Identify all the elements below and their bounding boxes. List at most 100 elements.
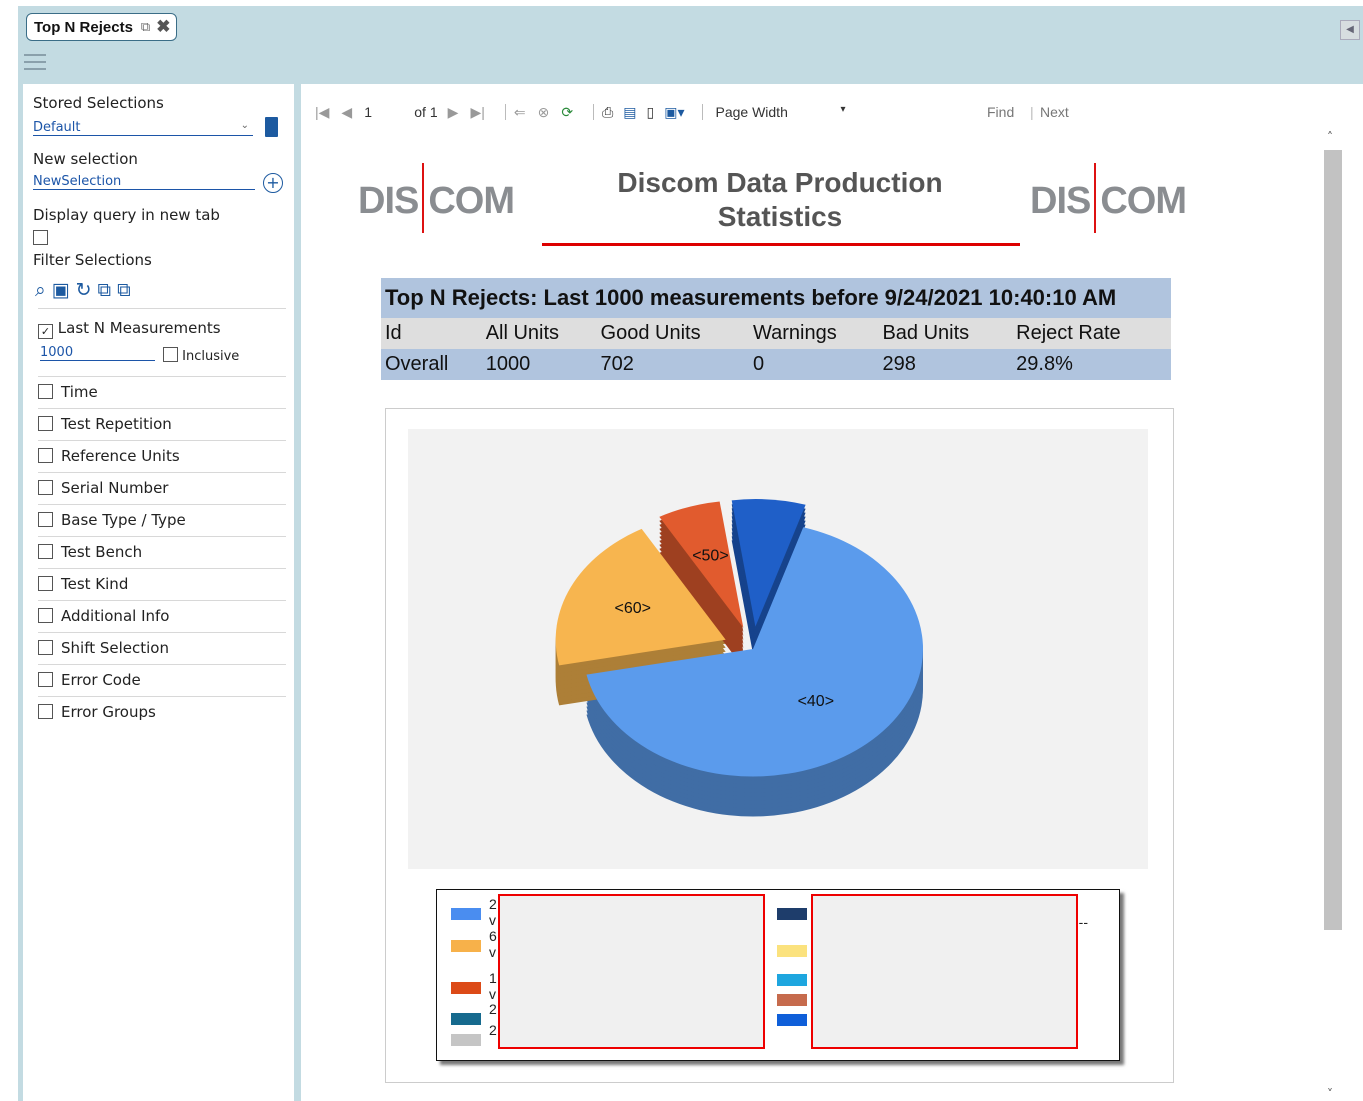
legend-label: 1 — [489, 970, 497, 986]
logo-part: DIS — [358, 180, 419, 223]
chart-legend: 2 6 1 2 2 v v v --- — [436, 889, 1120, 1061]
vertical-scrollbar[interactable]: ˄ ˅ — [1323, 130, 1343, 1101]
filter-label: Shift Selection — [61, 639, 169, 657]
filter-error-code[interactable]: Error Code — [38, 664, 286, 696]
filter-test-kind[interactable]: Test Kind — [38, 568, 286, 600]
scroll-up-icon[interactable]: ˄ — [1327, 130, 1333, 144]
print-icon[interactable]: ⎙ — [602, 104, 613, 121]
zoom-select[interactable]: Page Width ▾ — [715, 104, 845, 120]
back-icon[interactable]: ⇐ — [514, 104, 526, 121]
filter-toolbar: ⌕▣↻⧉⧉ — [35, 279, 137, 301]
column-header: Bad Units — [878, 318, 1013, 349]
title-underline — [542, 243, 1020, 246]
legend-label: 2 — [489, 896, 497, 912]
filter-additional-info[interactable]: Additional Info — [38, 600, 286, 632]
legend-label: v — [489, 944, 496, 960]
last-page-icon[interactable]: ▶| — [470, 104, 484, 121]
remove-copy-icon[interactable]: ⧉ — [117, 279, 137, 301]
legend-swatch — [451, 1013, 481, 1025]
find-separator: | — [1030, 104, 1034, 120]
first-page-icon[interactable]: |◀ — [315, 104, 329, 121]
display-query-checkbox[interactable] — [33, 228, 48, 247]
reset-icon[interactable]: ↻ — [76, 279, 98, 301]
filter-error-groups[interactable]: Error Groups — [38, 696, 286, 728]
chart-container: <40> <60> <50> 2 6 1 2 2 v v v --- — [385, 408, 1174, 1083]
report-title-line1: Discom Data Production — [617, 167, 943, 198]
report-title-line2: Statistics — [717, 201, 843, 232]
save-icon[interactable]: ▣ — [52, 279, 76, 301]
find-button[interactable]: Find — [987, 104, 1014, 120]
export-icon[interactable]: ▣▾ — [664, 104, 684, 121]
column-header: Id — [381, 318, 482, 349]
last-n-label: Last N Measurements — [57, 319, 221, 337]
inclusive-checkbox[interactable]: Inclusive — [163, 347, 239, 364]
next-page-icon[interactable]: ▶ — [448, 104, 459, 121]
filter-shift-selection[interactable]: Shift Selection — [38, 632, 286, 664]
collapse-panel-icon[interactable]: ◀ — [1340, 20, 1360, 40]
add-copy-icon[interactable]: ⧉ — [98, 279, 118, 301]
search-filter-icon[interactable]: ⌕ — [35, 279, 52, 301]
filter-test-repetition[interactable]: Test Repetition — [38, 408, 286, 440]
table-cell: 0 — [749, 349, 879, 380]
last-n-checkbox[interactable]: ✓ Last N Measurements — [38, 319, 221, 339]
filter-serial-number[interactable]: Serial Number — [38, 472, 286, 504]
report-toolbar: |◀ ◀ 1 of 1 ▶ ▶| ⇐ ⊗ ⟳ ⎙ ▤ ▯ ▣▾ Page Wid… — [315, 98, 1343, 126]
legend-swatch — [777, 974, 807, 986]
scroll-down-icon[interactable]: ˅ — [1327, 1087, 1333, 1101]
new-selection-input[interactable]: NewSelection — [33, 174, 255, 190]
layout-icon[interactable]: ▤ — [623, 104, 636, 121]
filter-test-bench[interactable]: Test Bench — [38, 536, 286, 568]
legend-swatch — [451, 1034, 481, 1046]
stored-selection-value: Default — [33, 120, 81, 135]
chevron-down-icon: ▾ — [840, 104, 846, 115]
filter-label: Additional Info — [61, 607, 170, 625]
discom-logo-right: DIS COM — [1030, 163, 1187, 238]
stop-icon[interactable]: ⊗ — [538, 104, 550, 121]
prev-page-icon[interactable]: ◀ — [341, 104, 352, 121]
add-selection-icon[interactable]: + — [263, 173, 283, 193]
inclusive-label: Inclusive — [182, 349, 240, 364]
legend-swatch — [451, 940, 481, 952]
table-cell: Overall — [381, 349, 482, 380]
new-selection-label: New selection — [33, 150, 138, 168]
pie-slice-label: <50> — [692, 547, 728, 564]
redacted-region — [811, 894, 1078, 1049]
menu-icon[interactable] — [24, 54, 46, 72]
table-cell: 702 — [596, 349, 750, 380]
refresh-icon[interactable]: ⟳ — [561, 104, 573, 121]
filter-label: Base Type / Type — [61, 511, 186, 529]
legend-label: 2 — [489, 1001, 497, 1017]
table-cell: 1000 — [481, 349, 597, 380]
table-title: Top N Rejects: Last 1000 measurements be… — [381, 278, 1171, 318]
pie-slice-label: <40> — [798, 693, 834, 710]
pie-plot-area: <40> <60> <50> — [408, 429, 1148, 869]
filter-base-type[interactable]: Base Type / Type — [38, 504, 286, 536]
legend-swatch — [777, 908, 807, 920]
pie-chart: <40> <60> <50> — [555, 499, 923, 817]
filter-label: Error Code — [61, 671, 141, 689]
last-n-input[interactable]: 1000 — [40, 345, 155, 361]
pie-slice-label: <60> — [615, 600, 651, 617]
stored-selections-label: Stored Selections — [33, 94, 164, 112]
legend-label: 6 — [489, 928, 497, 944]
popout-icon[interactable]: ⧉ — [141, 19, 150, 35]
logo-pulse-icon — [1094, 163, 1097, 233]
close-icon[interactable]: ✖ — [156, 17, 170, 37]
stored-selections-dropdown[interactable]: Default ⌄ — [33, 120, 253, 136]
tab-top-n-rejects[interactable]: Top N Rejects ⧉ ✖ — [26, 13, 178, 41]
rejects-table: Top N Rejects: Last 1000 measurements be… — [381, 278, 1171, 380]
filter-time[interactable]: Time — [38, 376, 286, 408]
find-next-button[interactable]: Next — [1040, 104, 1069, 120]
page-number-input[interactable]: 1 — [364, 104, 404, 120]
logo-part: COM — [428, 180, 515, 223]
column-header: Good Units — [596, 318, 750, 349]
scroll-thumb[interactable] — [1324, 150, 1342, 930]
legend-swatch — [777, 1014, 807, 1026]
page-setup-icon[interactable]: ▯ — [647, 104, 655, 121]
filter-selections-label: Filter Selections — [33, 251, 152, 269]
table-row: Overall 1000 702 0 298 29.8% — [381, 349, 1171, 380]
delete-icon[interactable] — [265, 117, 278, 137]
zoom-value: Page Width — [715, 104, 788, 120]
filter-label: Error Groups — [61, 703, 156, 721]
filter-reference-units[interactable]: Reference Units — [38, 440, 286, 472]
